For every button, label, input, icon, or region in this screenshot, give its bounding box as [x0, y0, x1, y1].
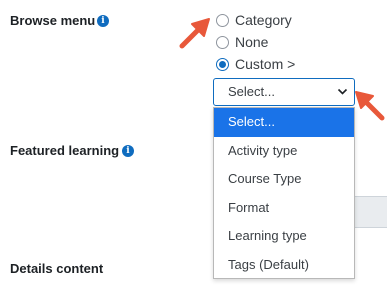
browse-menu-label: Browse menu — [10, 13, 96, 28]
info-icon[interactable]: i — [97, 15, 109, 27]
dropdown-option-course-type[interactable]: Course Type — [214, 165, 354, 194]
details-content-label: Details content — [10, 261, 104, 276]
dropdown-option-learning-type[interactable]: Learning type — [214, 222, 354, 251]
red-arrow-icon — [355, 91, 385, 121]
radio-button[interactable] — [216, 14, 229, 27]
radio-none[interactable]: None — [216, 34, 268, 50]
custom-select[interactable]: Select... — [213, 78, 355, 106]
radio-button[interactable] — [216, 36, 229, 49]
select-dropdown: Select... Activity type Course Type Form… — [213, 107, 355, 279]
dropdown-option-format[interactable]: Format — [214, 194, 354, 223]
dropdown-option-select[interactable]: Select... — [214, 108, 354, 137]
featured-learning-label: Featured learning — [10, 143, 120, 158]
radio-label: Category — [235, 12, 292, 28]
radio-button-selected[interactable] — [216, 58, 229, 71]
radio-label: Custom > — [235, 56, 296, 72]
radio-label: None — [235, 34, 269, 50]
info-icon[interactable]: i — [122, 145, 134, 157]
dropdown-option-activity-type[interactable]: Activity type — [214, 137, 354, 166]
red-arrow-icon — [179, 18, 210, 49]
select-value: Select... — [228, 84, 275, 99]
radio-custom[interactable]: Custom > — [216, 56, 295, 72]
dropdown-option-tags[interactable]: Tags (Default) — [214, 251, 354, 280]
radio-category[interactable]: Category — [216, 12, 292, 28]
